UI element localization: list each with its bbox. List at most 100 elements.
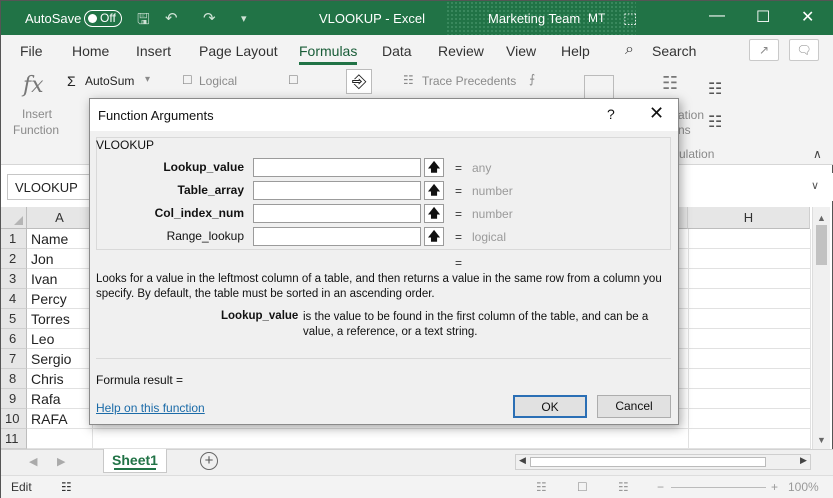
row-header[interactable]: 3 <box>1 269 27 289</box>
insert-function-label-2[interactable]: Function <box>13 123 59 137</box>
close-window-button[interactable]: ✕ <box>801 7 814 27</box>
trace-precedents-icon[interactable]: ☷ <box>403 73 414 87</box>
search-icon[interactable]: ⌕ <box>625 41 634 59</box>
zoom-in-icon[interactable]: + <box>771 480 778 494</box>
cell-a5[interactable]: Torres <box>27 309 93 329</box>
redo-icon[interactable]: ↷ <box>203 9 216 27</box>
autosave-toggle[interactable]: Off <box>84 10 122 27</box>
col-index-num-input[interactable] <box>253 204 421 223</box>
cell-a4[interactable]: Percy <box>27 289 93 309</box>
page-break-view-icon[interactable]: ☷ <box>618 480 629 494</box>
undo-icon[interactable]: ↶ <box>165 9 178 27</box>
horizontal-scrollbar[interactable]: ◀ ▶ <box>515 454 811 470</box>
collapse-dialog-icon[interactable]: 🡅 <box>424 181 444 200</box>
calculate-sheet-icon[interactable]: ☷ <box>708 112 722 132</box>
comments-button[interactable]: 🗨 <box>789 39 819 61</box>
restore-button[interactable]: ☐ <box>756 7 770 27</box>
tab-home[interactable]: Home <box>72 43 109 59</box>
column-header-h[interactable]: H <box>688 207 810 229</box>
search-label[interactable]: Search <box>652 43 696 59</box>
normal-view-icon[interactable]: ☷ <box>536 480 547 494</box>
trace-precedents-button[interactable]: Trace Precedents <box>422 74 516 88</box>
cell-a1[interactable]: Name <box>27 229 93 249</box>
tab-review[interactable]: Review <box>438 43 484 59</box>
collapse-dialog-icon[interactable]: 🡅 <box>424 204 444 223</box>
prev-sheet-icon[interactable]: ◀ <box>29 455 37 468</box>
row-header[interactable]: 9 <box>1 389 27 409</box>
show-formulas-icon[interactable]: ⨍ <box>529 72 535 86</box>
row-header[interactable]: 8 <box>1 369 27 389</box>
row-header[interactable]: 2 <box>1 249 27 269</box>
zoom-level[interactable]: 100% <box>788 480 819 494</box>
row-header[interactable]: 7 <box>1 349 27 369</box>
minimize-button[interactable]: — <box>709 7 725 25</box>
logical-button[interactable]: Logical <box>199 74 237 88</box>
calc-options-label-1[interactable]: ation <box>678 108 704 122</box>
row-header[interactable]: 6 <box>1 329 27 349</box>
tab-file[interactable]: File <box>20 43 43 59</box>
autosum-dropdown-icon[interactable]: ▾ <box>145 74 150 85</box>
horizontal-scroll-thumb[interactable] <box>530 457 766 467</box>
scroll-up-icon[interactable]: ▲ <box>817 213 826 223</box>
user-avatar[interactable]: MT <box>588 11 605 25</box>
cell-a10[interactable]: RAFA <box>27 409 93 429</box>
cell-a2[interactable]: Jon <box>27 249 93 269</box>
scroll-left-icon[interactable]: ◀ <box>519 455 526 466</box>
tab-help[interactable]: Help <box>561 43 590 59</box>
row-header[interactable]: 4 <box>1 289 27 309</box>
add-sheet-button[interactable]: + <box>200 452 218 470</box>
logical-icon[interactable]: ☐ <box>182 73 193 87</box>
calculation-options-icon[interactable]: ☷ <box>662 73 678 94</box>
cell-a3[interactable]: Ivan <box>27 269 93 289</box>
tab-page-layout[interactable]: Page Layout <box>199 43 278 59</box>
zoom-out-icon[interactable]: − <box>657 480 664 494</box>
sheet-tab-sheet1[interactable]: Sheet1 <box>103 449 167 473</box>
name-manager-icon[interactable]: ⎆ <box>346 69 373 94</box>
cell-a11[interactable] <box>27 429 93 449</box>
share-button[interactable]: ↗ <box>749 39 779 61</box>
cell-a9[interactable]: Rafa <box>27 389 93 409</box>
help-on-function-link[interactable]: Help on this function <box>96 401 205 415</box>
calc-options-label-2[interactable]: ns <box>678 123 691 137</box>
calculate-now-icon[interactable]: ☷ <box>708 79 722 99</box>
ok-button[interactable]: OK <box>513 395 587 418</box>
tab-insert[interactable]: Insert <box>136 43 171 59</box>
row-header[interactable]: 1 <box>1 229 27 249</box>
tab-view[interactable]: View <box>506 43 536 59</box>
collapse-dialog-icon[interactable]: 🡅 <box>424 158 444 177</box>
vertical-scrollbar[interactable]: ▲ ▼ <box>812 207 830 449</box>
accessibility-icon[interactable]: ☷ <box>61 480 72 494</box>
vertical-scroll-thumb[interactable] <box>816 225 827 265</box>
close-icon[interactable]: ✕ <box>649 103 664 124</box>
customize-qat-icon[interactable]: ▾ <box>241 12 247 25</box>
tab-formulas[interactable]: Formulas <box>299 43 358 65</box>
cell-a7[interactable]: Sergio <box>27 349 93 369</box>
cell-a8[interactable]: Chris <box>27 369 93 389</box>
lookup-icon[interactable]: ☐ <box>288 73 299 87</box>
insert-function-icon[interactable]: fx <box>23 73 44 98</box>
page-layout-view-icon[interactable]: ☐ <box>577 480 588 494</box>
collapse-ribbon-icon[interactable]: ∧ <box>813 147 822 161</box>
row-header[interactable]: 5 <box>1 309 27 329</box>
row-header[interactable]: 11 <box>1 429 27 449</box>
save-icon[interactable]: 🖫 <box>137 9 150 34</box>
next-sheet-icon[interactable]: ▶ <box>57 455 65 468</box>
select-all-corner[interactable] <box>1 207 27 229</box>
cell-a6[interactable]: Leo <box>27 329 93 349</box>
lookup-value-input[interactable] <box>253 158 421 177</box>
table-array-input[interactable] <box>253 181 421 200</box>
name-box[interactable]: VLOOKUP <box>7 174 91 200</box>
autosum-button[interactable]: AutoSum <box>85 74 134 88</box>
insert-function-label-1[interactable]: Insert <box>22 107 52 121</box>
collapse-dialog-icon[interactable]: 🡅 <box>424 227 444 246</box>
scroll-right-icon[interactable]: ▶ <box>800 455 807 466</box>
tab-data[interactable]: Data <box>382 43 412 59</box>
scroll-down-icon[interactable]: ▼ <box>817 435 826 445</box>
range-lookup-input[interactable] <box>253 227 421 246</box>
column-header-a[interactable]: A <box>27 207 93 229</box>
zoom-slider[interactable] <box>671 487 766 488</box>
cancel-button[interactable]: Cancel <box>597 395 671 418</box>
help-icon[interactable]: ? <box>607 106 615 122</box>
expand-formula-bar-icon[interactable]: ∨ <box>811 179 819 192</box>
ribbon-display-icon[interactable]: ⬚ <box>623 9 637 27</box>
